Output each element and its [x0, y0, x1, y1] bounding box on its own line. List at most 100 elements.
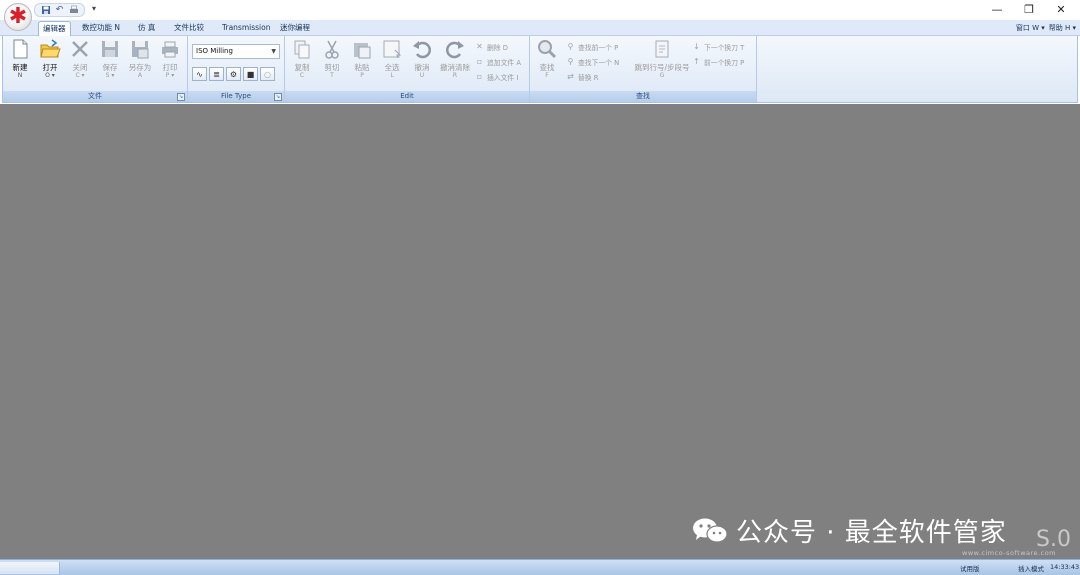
filetype-group: ISO Milling ▼ ∿ ≣ ⚙ ■ ○ File Type ↘ [188, 36, 285, 102]
cut-button[interactable]: 剪切 T [317, 38, 347, 90]
close-file-label: 关闭 [72, 63, 88, 72]
goto-line-icon [651, 38, 673, 60]
status-progress-area [0, 562, 60, 574]
redo-label: 撤消清除 [440, 63, 470, 72]
replace-label: 替换 R [578, 73, 599, 82]
redo-button[interactable]: 撤消清除 R [437, 38, 473, 90]
append-file-icon: ▫ [476, 57, 483, 66]
tab-editor[interactable]: 编辑器 [38, 21, 71, 36]
find-next-button[interactable]: ⚲ 查找下一个 N [566, 56, 620, 67]
paste-button[interactable]: 粘贴 P [347, 38, 377, 90]
status-bar: 试用版 插入模式 14:33:43 [0, 559, 1080, 575]
save-icon[interactable] [40, 5, 51, 16]
goto-line-button[interactable]: 跳到行号/步段号 G [634, 38, 690, 90]
copy-key: C [299, 72, 305, 79]
select-all-icon [381, 38, 403, 60]
wechat-icon [692, 517, 728, 545]
watermark-text: 公众号 · 最全软件管家 [736, 518, 1007, 548]
delete-button[interactable]: ✕ 删除 D [475, 41, 508, 52]
append-file-button[interactable]: ▫ 追加文件 A [475, 56, 521, 67]
save-as-label: 另存为 [128, 63, 152, 72]
find-button[interactable]: 查找 F [532, 38, 562, 90]
insert-file-button[interactable]: ▫ 插入文件 I [475, 71, 519, 82]
tab-simulation[interactable]: 仿 真 [134, 21, 159, 36]
undo-icon[interactable]: ↶ [54, 5, 65, 16]
find-previous-label: 查找前一个 P [578, 43, 619, 52]
file-group-launcher-icon[interactable]: ↘ [177, 93, 185, 101]
save-file-button[interactable]: 保存 S ▾ [95, 38, 125, 90]
open-key: O ▾ [45, 72, 55, 79]
find-previous-button[interactable]: ⚲ 查找前一个 P [566, 41, 619, 52]
scissors-icon [321, 38, 343, 60]
tabrow-right-menus: 窗口 W ▾ 帮助 H ▾ [1016, 23, 1076, 33]
filetype-select-value: ISO Milling [196, 47, 233, 55]
append-file-label: 追加文件 A [487, 58, 521, 67]
status-clock: 14:33:43 [1050, 563, 1080, 571]
new-file-icon [9, 38, 31, 60]
restore-button[interactable]: ❐ [1014, 2, 1044, 16]
filetype-tool-row: ∿ ≣ ⚙ ■ ○ [192, 67, 275, 81]
tab-file-compare[interactable]: 文件比较 [170, 21, 208, 36]
new-label: 新建 [12, 63, 28, 72]
redo-arrow-icon [444, 38, 466, 60]
print-icon[interactable] [68, 5, 79, 16]
cut-label: 剪切 [324, 63, 340, 72]
format-lines-icon[interactable]: ≣ [209, 67, 224, 81]
print-key: P ▾ [165, 72, 175, 79]
application-menu-button[interactable]: ✱ [4, 3, 32, 31]
next-tool-change-label: 下一个换刀 T [704, 43, 745, 52]
save-as-button[interactable]: 另存为 A [125, 38, 155, 90]
filetype-group-launcher-icon[interactable]: ↘ [274, 93, 282, 101]
print-button[interactable]: 打印 P ▾ [155, 38, 185, 90]
open-button[interactable]: 打开 O ▾ [35, 38, 65, 90]
new-key: N [17, 72, 23, 79]
select-all-button[interactable]: 全选 L [377, 38, 407, 90]
replace-button[interactable]: ⇄ 替换 R [566, 71, 598, 82]
info-icon[interactable]: ○ [260, 67, 275, 81]
undo-key: U [419, 72, 425, 79]
ribbon-tab-bar: 编辑器 数控功能 N 仿 真 文件比较 Transmission 迷你编程 窗口… [0, 20, 1080, 36]
editor-workspace[interactable] [0, 104, 1080, 559]
previous-tool-change-button[interactable]: ↑ 前一个换刀 P [692, 56, 744, 67]
tab-transmission[interactable]: Transmission [218, 21, 274, 36]
settings-icon[interactable]: ⚙ [226, 67, 241, 81]
app-logo-icon: ✱ [8, 4, 28, 29]
close-button[interactable]: ✕ [1046, 2, 1076, 16]
tab-mini-programming[interactable]: 迷你编程 [276, 21, 314, 36]
find-previous-icon: ⚲ [567, 42, 574, 51]
undo-button[interactable]: 撤消 U [407, 38, 437, 90]
close-file-key: C ▾ [75, 72, 85, 79]
find-group-label: 查找 [530, 91, 756, 102]
select-all-label: 全选 [384, 63, 400, 72]
filetype-group-label: File Type [188, 91, 284, 102]
undo-label: 撤消 [414, 63, 430, 72]
copy-button[interactable]: 复制 C [287, 38, 317, 90]
tab-nc-functions[interactable]: 数控功能 N [78, 21, 124, 36]
quick-access-toolbar: ↶ [34, 3, 85, 17]
machine-icon[interactable]: ■ [243, 67, 258, 81]
select-all-key: L [390, 72, 394, 79]
find-group: 查找 F ⚲ 查找前一个 P ⚲ 查找下一个 N ⇄ 替换 R 跳到行号/步段号… [530, 36, 757, 102]
edit-group: 复制 C 剪切 T 粘贴 P 全选 L 撤消 U 撤消清除 R ✕ 删除 D ▫… [285, 36, 530, 102]
goto-line-key: G [659, 72, 665, 79]
paste-icon [351, 38, 373, 60]
next-tool-change-button[interactable]: ↓ 下一个换刀 T [692, 41, 744, 52]
filetype-select[interactable]: ISO Milling ▼ [192, 44, 280, 59]
find-label: 查找 [539, 63, 555, 72]
ribbon: 新建 N 打开 O ▾ 关闭 C ▾ 保存 S ▾ 另存为 A 打印 P ▾ 文… [2, 36, 1078, 103]
cut-key: T [330, 72, 334, 79]
help-menu[interactable]: 帮助 H ▾ [1049, 23, 1076, 33]
replace-icon: ⇄ [567, 72, 574, 81]
save-disk-icon [99, 38, 121, 60]
close-file-button[interactable]: 关闭 C ▾ [65, 38, 95, 90]
window-menu[interactable]: 窗口 W ▾ [1016, 23, 1045, 33]
copy-icon [291, 38, 313, 60]
insert-file-label: 插入文件 I [487, 73, 519, 82]
new-button[interactable]: 新建 N [5, 38, 35, 90]
minimize-button[interactable]: — [982, 2, 1012, 16]
save-label: 保存 [102, 63, 118, 72]
nc-toolpath-icon[interactable]: ∿ [192, 67, 207, 81]
title-bar: ↶ ▾ — ❐ ✕ [0, 0, 1080, 20]
qat-customize-icon[interactable]: ▾ [92, 4, 96, 13]
print-label: 打印 [162, 63, 178, 72]
